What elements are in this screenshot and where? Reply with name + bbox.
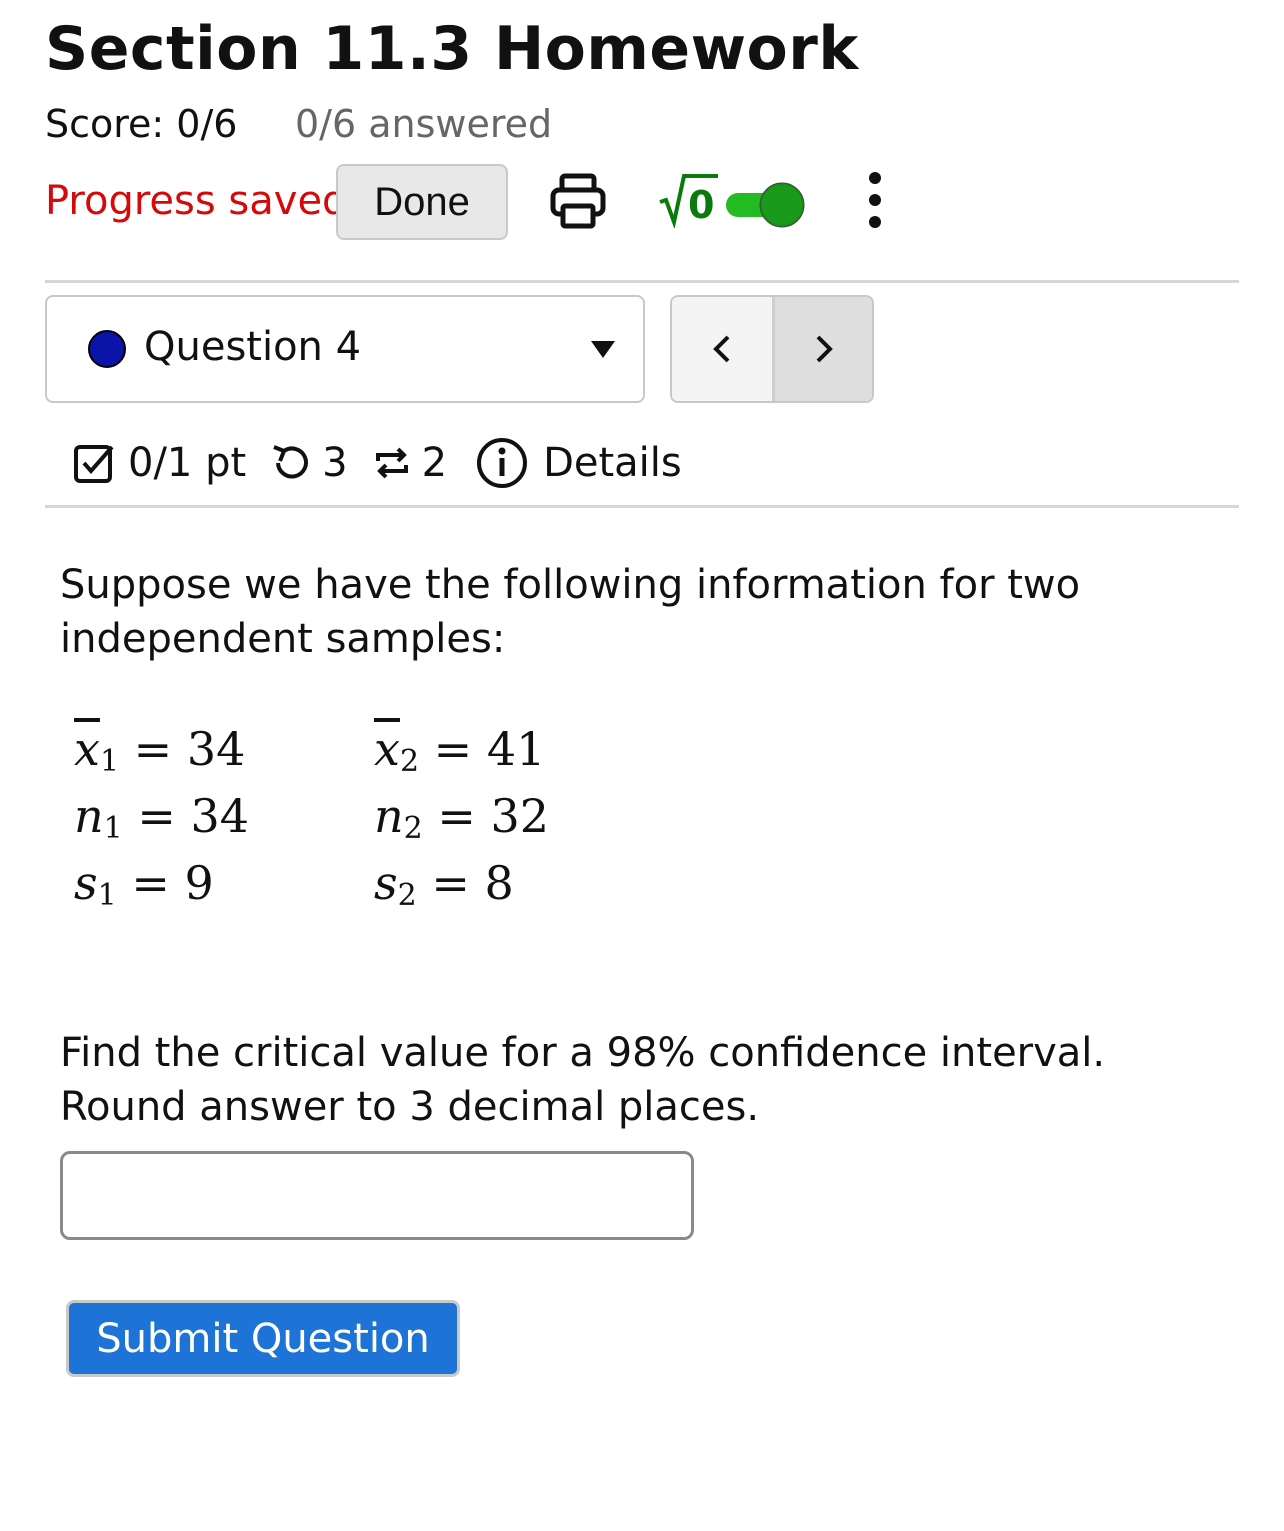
dropdown-caret-icon — [590, 338, 616, 360]
sample2-sd-value: 8 — [484, 856, 514, 910]
info-icon[interactable] — [475, 436, 529, 490]
math-toggle-switch[interactable] — [724, 180, 808, 230]
question-nav — [670, 295, 874, 403]
sample1-size-value: 34 — [190, 789, 250, 843]
sample1-size: n1 = 34 — [74, 789, 250, 846]
retry-icon — [273, 445, 309, 479]
sample1-sd: s1 = 9 — [74, 856, 214, 913]
answered-count: 0/6 answered — [295, 102, 553, 146]
page-title: Section 11.3 Homework — [45, 14, 859, 84]
printer-icon[interactable] — [548, 170, 608, 230]
previous-question-button[interactable] — [672, 297, 775, 401]
sample1-mean: x1 = 34 — [74, 722, 246, 779]
math-entry-icon[interactable]: 0 — [658, 172, 720, 230]
done-button[interactable]: Done — [336, 164, 508, 240]
sample2-size: n2 = 32 — [374, 789, 550, 846]
question-intro: Suppose we have the following informatio… — [60, 562, 1081, 662]
question-status-dot — [88, 330, 126, 368]
points-text: 0/1 pt — [128, 440, 247, 486]
chevron-right-icon — [816, 335, 833, 363]
svg-text:0: 0 — [688, 183, 714, 227]
question-meta: 0/1 pt 3 2 Details — [72, 428, 682, 498]
progress-status: Progress saved — [45, 178, 348, 224]
sample2-mean: x2 = 41 — [374, 722, 546, 779]
sample2-size-value: 32 — [490, 789, 550, 843]
sample1-mean-value: 34 — [186, 722, 246, 776]
sample2-sd: s2 = 8 — [374, 856, 514, 913]
question-select-label: Question 4 — [144, 324, 362, 370]
versions-count: 2 — [421, 440, 448, 486]
answer-input[interactable] — [60, 1151, 694, 1240]
next-question-button[interactable] — [775, 297, 872, 401]
question-prompt: Find the critical value for a 98% confid… — [60, 1030, 1106, 1130]
details-link[interactable]: Details — [543, 440, 682, 486]
divider — [45, 505, 1239, 508]
attempts-count: 3 — [322, 440, 348, 486]
sample1-sd-value: 9 — [184, 856, 214, 910]
submit-question-button[interactable]: Submit Question — [66, 1300, 460, 1377]
checkbox-check-icon — [74, 445, 114, 483]
score-text: Score: 0/6 — [45, 102, 238, 146]
versions-icon — [375, 447, 408, 479]
kebab-menu-icon[interactable] — [860, 170, 890, 230]
sample2-mean-value: 41 — [486, 722, 546, 776]
chevron-left-icon — [713, 335, 730, 363]
divider — [45, 280, 1239, 283]
